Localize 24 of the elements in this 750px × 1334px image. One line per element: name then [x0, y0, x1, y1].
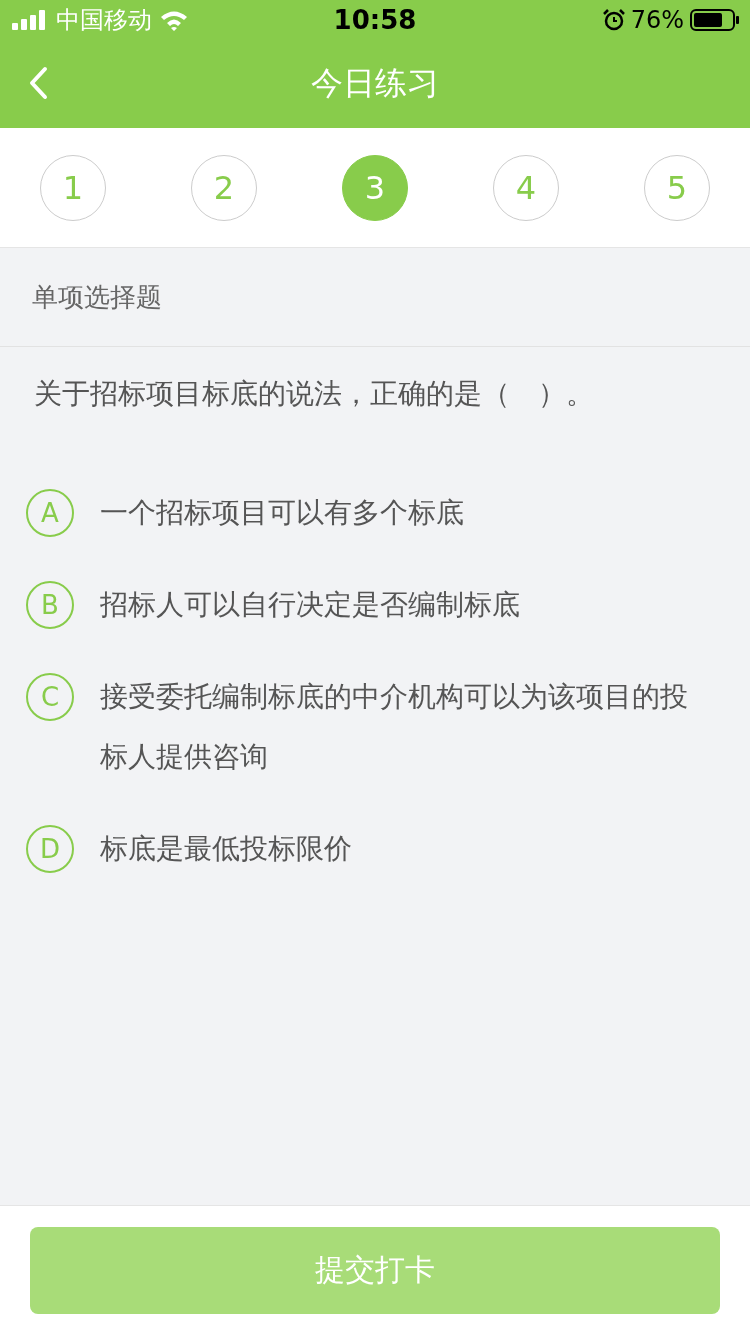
question-number[interactable]: 2 [191, 154, 257, 221]
page-title: 今日练习 [311, 63, 439, 104]
clock-time: 10:58 [332, 5, 418, 35]
back-icon[interactable] [28, 66, 48, 100]
question-number[interactable]: 1 [40, 154, 106, 221]
battery-icon [690, 9, 740, 31]
question-number[interactable]: 4 [493, 154, 559, 221]
option-radio[interactable]: B [26, 581, 74, 629]
alarm-icon [602, 9, 625, 31]
question-number[interactable]: 5 [644, 154, 710, 221]
signal-icon [12, 10, 48, 30]
option-radio[interactable]: C [26, 673, 74, 721]
question-text: 关于招标项目标底的说法，正确的是（ ）。 [33, 376, 595, 412]
option-radio[interactable]: A [26, 489, 74, 537]
carrier-name: 中国移动 [56, 5, 152, 36]
wifi-icon [160, 9, 188, 31]
section-title: 单项选择题 [32, 280, 162, 314]
option-text[interactable]: 接受委托编制标底的中介机构可以为该项目的投标人提供咨询 [100, 667, 706, 787]
battery-percent: 76% [630, 6, 684, 34]
question-number[interactable]: 3 [342, 154, 408, 221]
option-text[interactable]: 招标人可以自行决定是否编制标底 [100, 575, 520, 635]
option-radio[interactable]: D [26, 825, 74, 873]
option-text[interactable]: 一个招标项目可以有多个标底 [100, 483, 464, 543]
option-text[interactable]: 标底是最低投标限价 [100, 819, 352, 879]
